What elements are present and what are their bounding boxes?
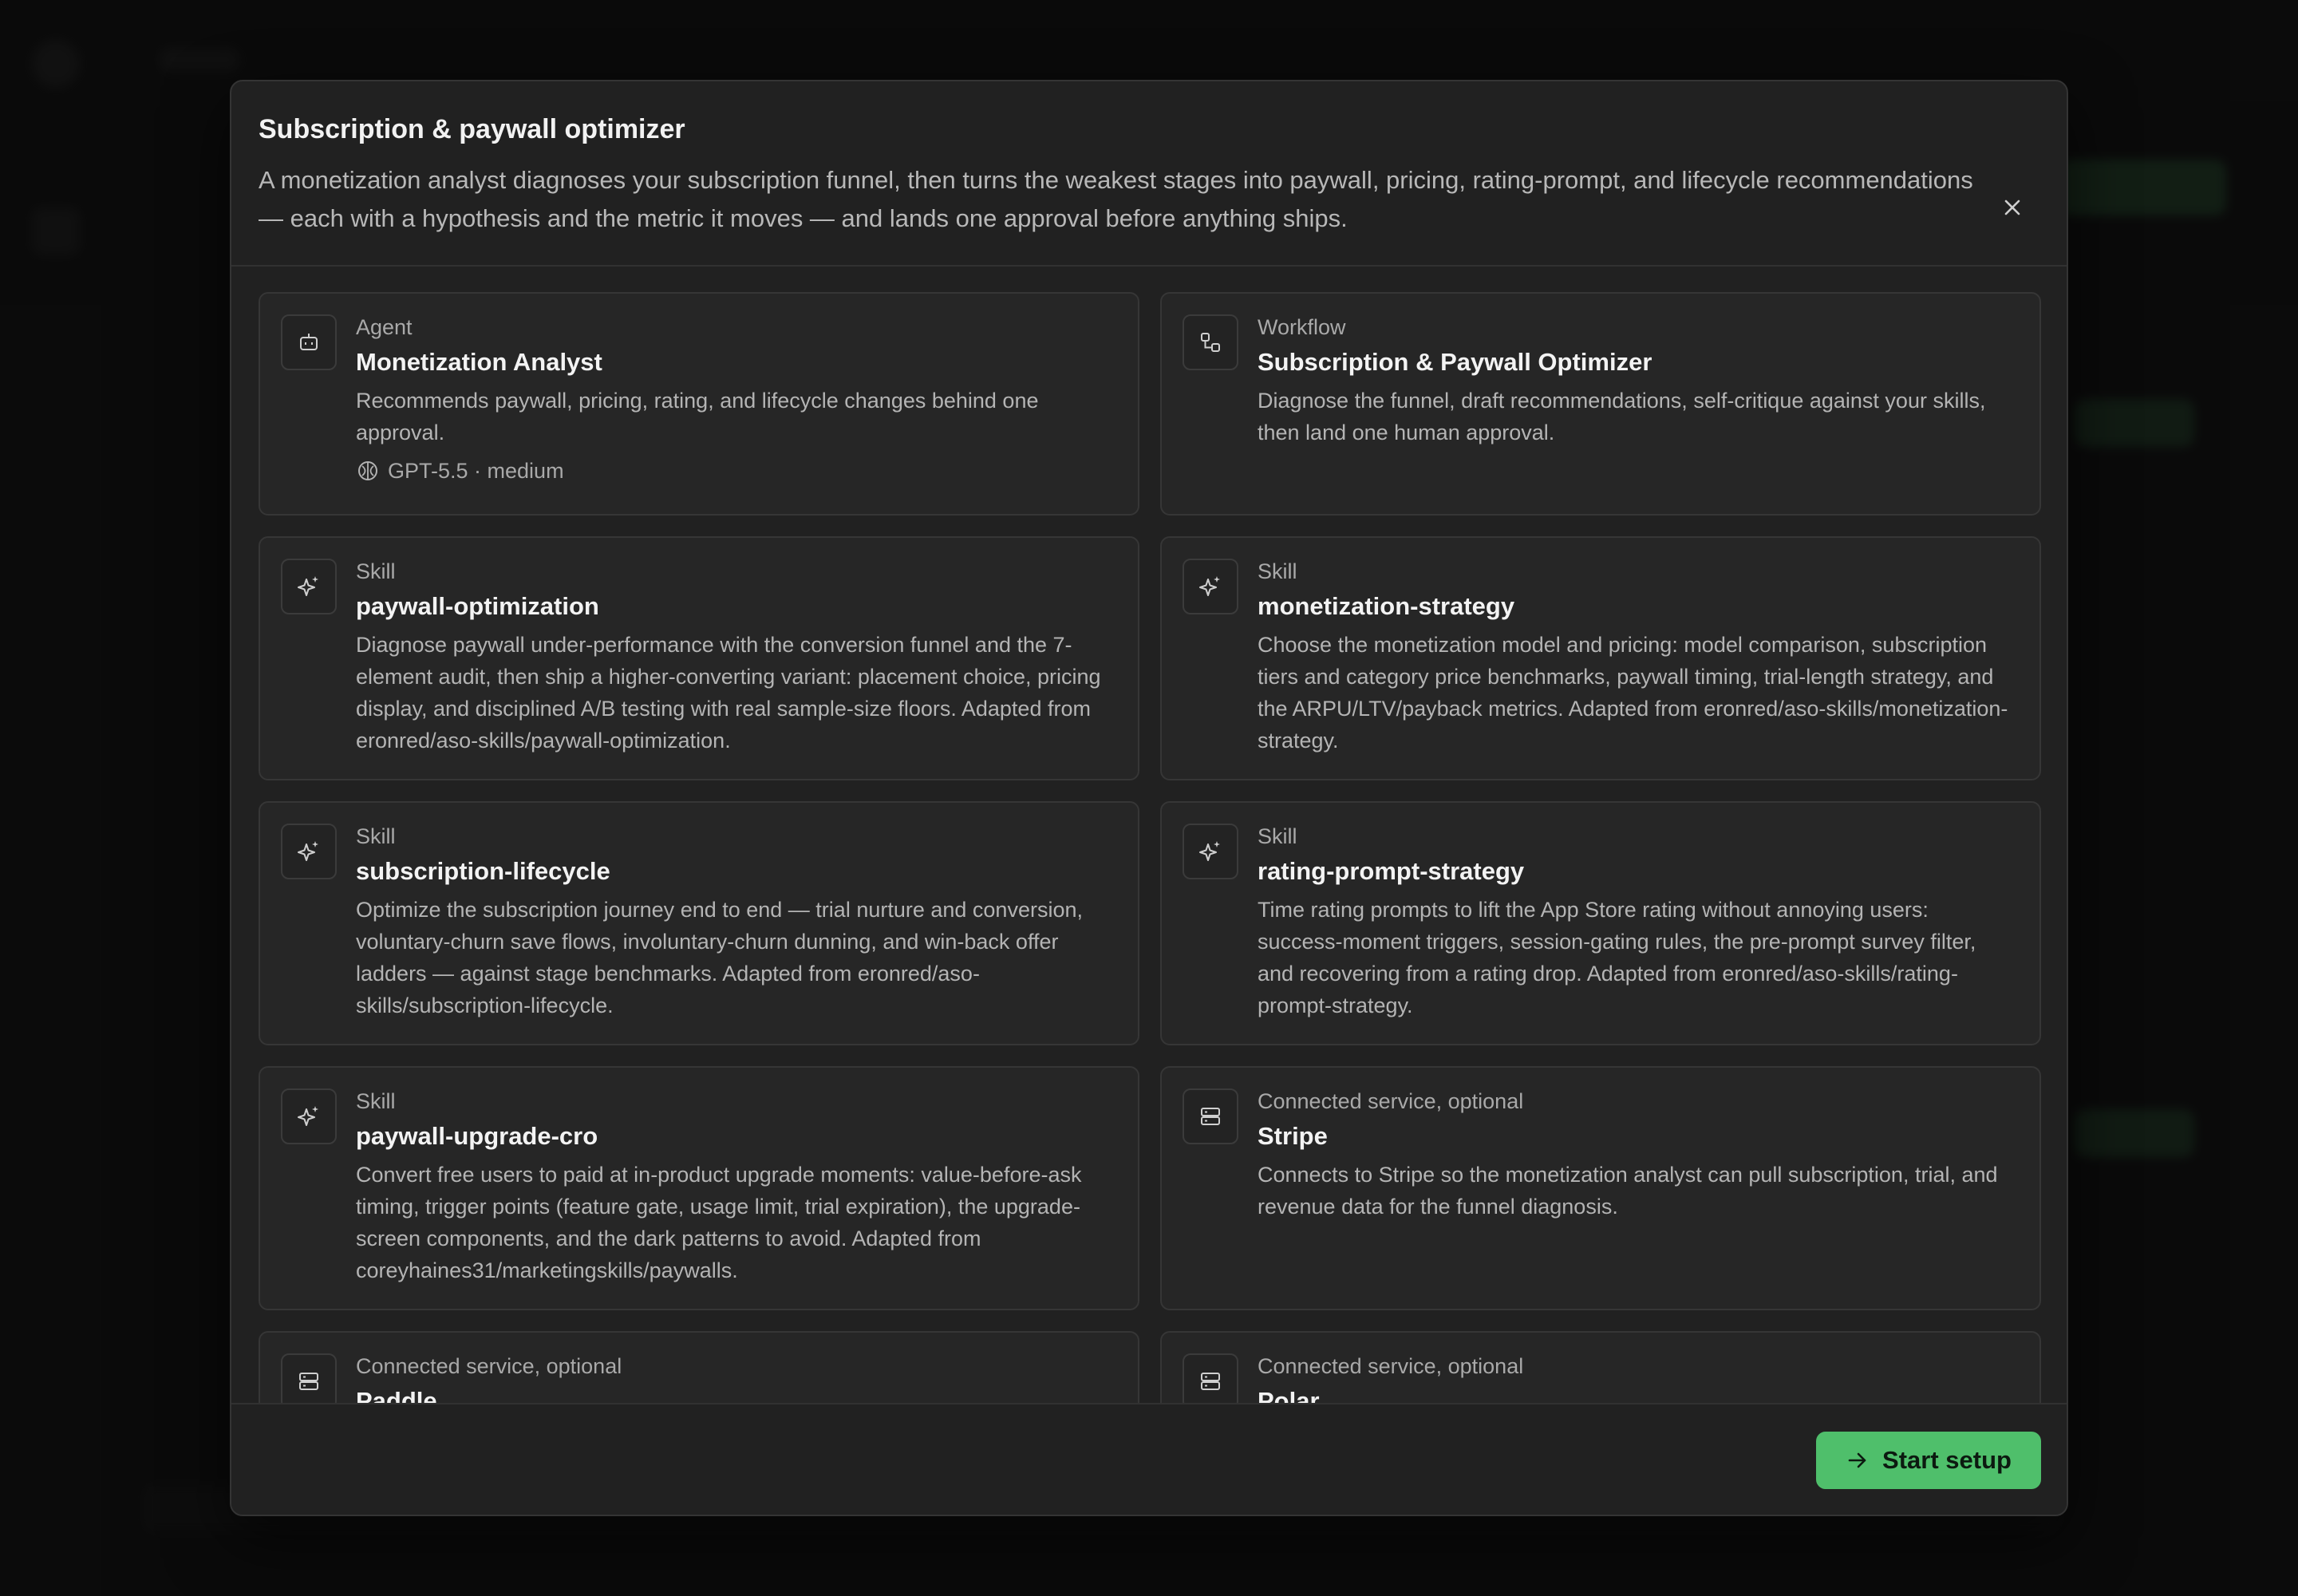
modal-header: Subscription & paywall optimizer A monet… [231, 81, 2067, 267]
card-title: monetization-strategy [1258, 592, 1515, 620]
card-icon-box [1183, 1353, 1238, 1409]
card-icon-box [1183, 314, 1238, 370]
card-icon-box [1183, 1088, 1238, 1144]
close-button[interactable] [2000, 195, 2025, 220]
card-skill-paywall-upgrade-cro[interactable]: Skill paywall-upgrade-cro Convert free u… [259, 1066, 1139, 1310]
model-label: GPT-5.5 · medium [388, 459, 564, 483]
card-title: Stripe [1258, 1122, 1328, 1150]
sparkle-icon [298, 576, 318, 596]
arrow-right-icon [1848, 1452, 1866, 1468]
card-title: subscription-lifecycle [356, 857, 610, 885]
card-icon-box [281, 1088, 337, 1144]
card-icon-box [281, 314, 337, 370]
card-description: Connects to Stripe so the monetization a… [1258, 1163, 1998, 1219]
card-agent-monetization-analyst[interactable]: Agent Monetization Analyst Recommends pa… [259, 292, 1139, 516]
card-kind: Connected service, optional [1258, 1354, 1524, 1378]
card-icon-box [1183, 824, 1238, 879]
sparkle-icon [298, 841, 318, 861]
start-setup-label: Start setup [1882, 1446, 2012, 1474]
card-description: Choose the monetization model and pricin… [1258, 633, 2008, 753]
robot-icon [300, 334, 318, 350]
modal-footer: Start setup [231, 1403, 2067, 1515]
card-icon-box [281, 559, 337, 614]
card-description: Recommends paywall, pricing, rating, and… [356, 389, 1039, 444]
server-icon [1201, 1373, 1220, 1390]
modal-title: Subscription & paywall optimizer [259, 114, 685, 144]
card-kind: Skill [356, 559, 396, 583]
card-description: Diagnose paywall under-performance with … [356, 633, 1101, 753]
setup-modal: Subscription & paywall optimizer A monet… [230, 80, 2068, 1516]
card-workflow-subscription-paywall-optimizer[interactable]: Workflow Subscription & Paywall Optimize… [1160, 292, 2041, 516]
card-description: Convert free users to paid at in-product… [356, 1163, 1082, 1282]
card-kind: Skill [1258, 559, 1297, 583]
card-description: Diagnose the funnel, draft recommendatio… [1258, 389, 1986, 444]
card-skill-subscription-lifecycle[interactable]: Skill subscription-lifecycle Optimize th… [259, 801, 1139, 1045]
card-kind: Skill [1258, 824, 1297, 848]
card-title: Monetization Analyst [356, 348, 602, 376]
server-icon [299, 1373, 318, 1390]
modal-description: A monetization analyst diagnoses your su… [259, 166, 1973, 232]
card-icon-box [281, 824, 337, 879]
card-title: paywall-optimization [356, 592, 599, 620]
card-description: Optimize the subscription journey end to… [356, 898, 1083, 1017]
card-description: Time rating prompts to lift the App Stor… [1258, 898, 1976, 1017]
card-model-meta: GPT-5.5 · medium [356, 456, 1114, 485]
sparkle-icon [1199, 576, 1220, 596]
card-skill-paywall-optimization[interactable]: Skill paywall-optimization Diagnose payw… [259, 536, 1139, 780]
model-icon [358, 461, 377, 480]
card-title: Subscription & Paywall Optimizer [1258, 348, 1652, 376]
card-service-stripe[interactable]: Connected service, optional Stripe Conne… [1160, 1066, 2041, 1310]
card-title: paywall-upgrade-cro [356, 1122, 598, 1150]
card-kind: Skill [356, 824, 396, 848]
card-kind: Skill [356, 1089, 396, 1113]
modal-body[interactable]: Agent Monetization Analyst Recommends pa… [231, 268, 2067, 1486]
card-skill-rating-prompt-strategy[interactable]: Skill rating-prompt-strategy Time rating… [1160, 801, 2041, 1045]
card-kind: Workflow [1258, 315, 1346, 339]
start-setup-button[interactable]: Start setup [1816, 1432, 2041, 1489]
card-skill-monetization-strategy[interactable]: Skill monetization-strategy Choose the m… [1160, 536, 2041, 780]
sparkle-icon [1199, 841, 1220, 861]
sparkle-icon [298, 1106, 318, 1126]
components-grid: Agent Monetization Analyst Recommends pa… [259, 292, 2041, 1486]
close-icon [2004, 200, 2020, 215]
card-kind: Connected service, optional [356, 1354, 622, 1378]
card-icon-box [1183, 559, 1238, 614]
card-kind: Connected service, optional [1258, 1089, 1524, 1113]
card-title: rating-prompt-strategy [1258, 857, 1525, 885]
server-icon [1201, 1108, 1220, 1125]
card-icon-box [281, 1353, 337, 1409]
workflow-icon [1201, 333, 1220, 352]
card-kind: Agent [356, 315, 413, 339]
